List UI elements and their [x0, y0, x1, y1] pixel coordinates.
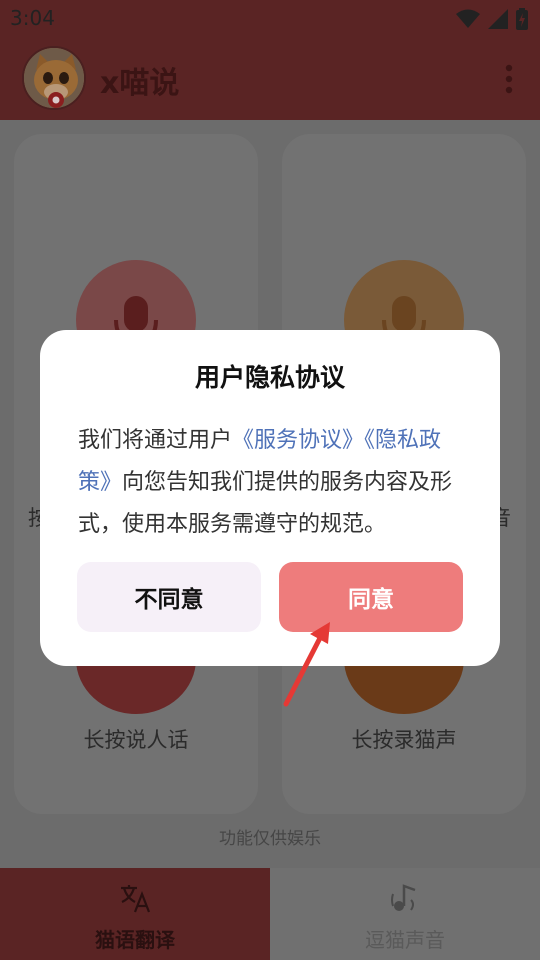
tab-cat-translate-label: 猫语翻译 — [95, 928, 175, 952]
tab-tease-sounds[interactable]: 逗猫声音 — [270, 868, 540, 960]
dialog-title: 用户隐私协议 — [194, 363, 345, 392]
translate-icon — [121, 885, 151, 913]
cat-avatar-icon — [24, 48, 84, 108]
privacy-dialog: 用户隐私协议 我们将通过用户《服务协议》《隐私政策》向您告知我们提供的服务内容及… — [40, 330, 500, 666]
signal-icon — [488, 9, 508, 29]
body-suffix: 向您告知我们提供的服务内容及形式，使用本服务需遵守的规范。 — [78, 470, 453, 537]
music-note-icon — [391, 884, 416, 911]
entertainment-note: 功能仅供娱乐 — [219, 829, 321, 849]
tab-tease-sounds-label: 逗猫声音 — [365, 928, 445, 952]
status-icons — [456, 8, 528, 30]
status-bar: 3:04 — [0, 0, 540, 40]
annotation-arrow-icon — [283, 622, 330, 707]
speak-card-caption: 长按说人话 — [83, 728, 189, 752]
body-prefix: 我们将通过用户 — [78, 428, 233, 453]
tab-cat-translate[interactable]: 猫语翻译 — [0, 868, 270, 960]
dialog-body: 我们将通过用户《服务协议》《隐私政策》向您告知我们提供的服务内容及形式，使用本服… — [78, 420, 468, 546]
status-time: 3:04 — [10, 6, 55, 30]
wifi-icon — [456, 9, 480, 28]
app-title: x喵说 — [100, 66, 180, 101]
app-bar: x喵说 — [0, 40, 540, 120]
battery-icon — [516, 8, 528, 30]
bottom-nav: 猫语翻译 逗猫声音 — [0, 868, 540, 960]
more-vert-icon[interactable] — [504, 64, 514, 94]
decline-button[interactable]: 不同意 — [77, 562, 261, 632]
meow-card-caption: 长按录猫声 — [351, 728, 457, 752]
service-agreement-link[interactable]: 《服务协议》 — [232, 428, 364, 453]
avatar[interactable] — [22, 46, 86, 110]
